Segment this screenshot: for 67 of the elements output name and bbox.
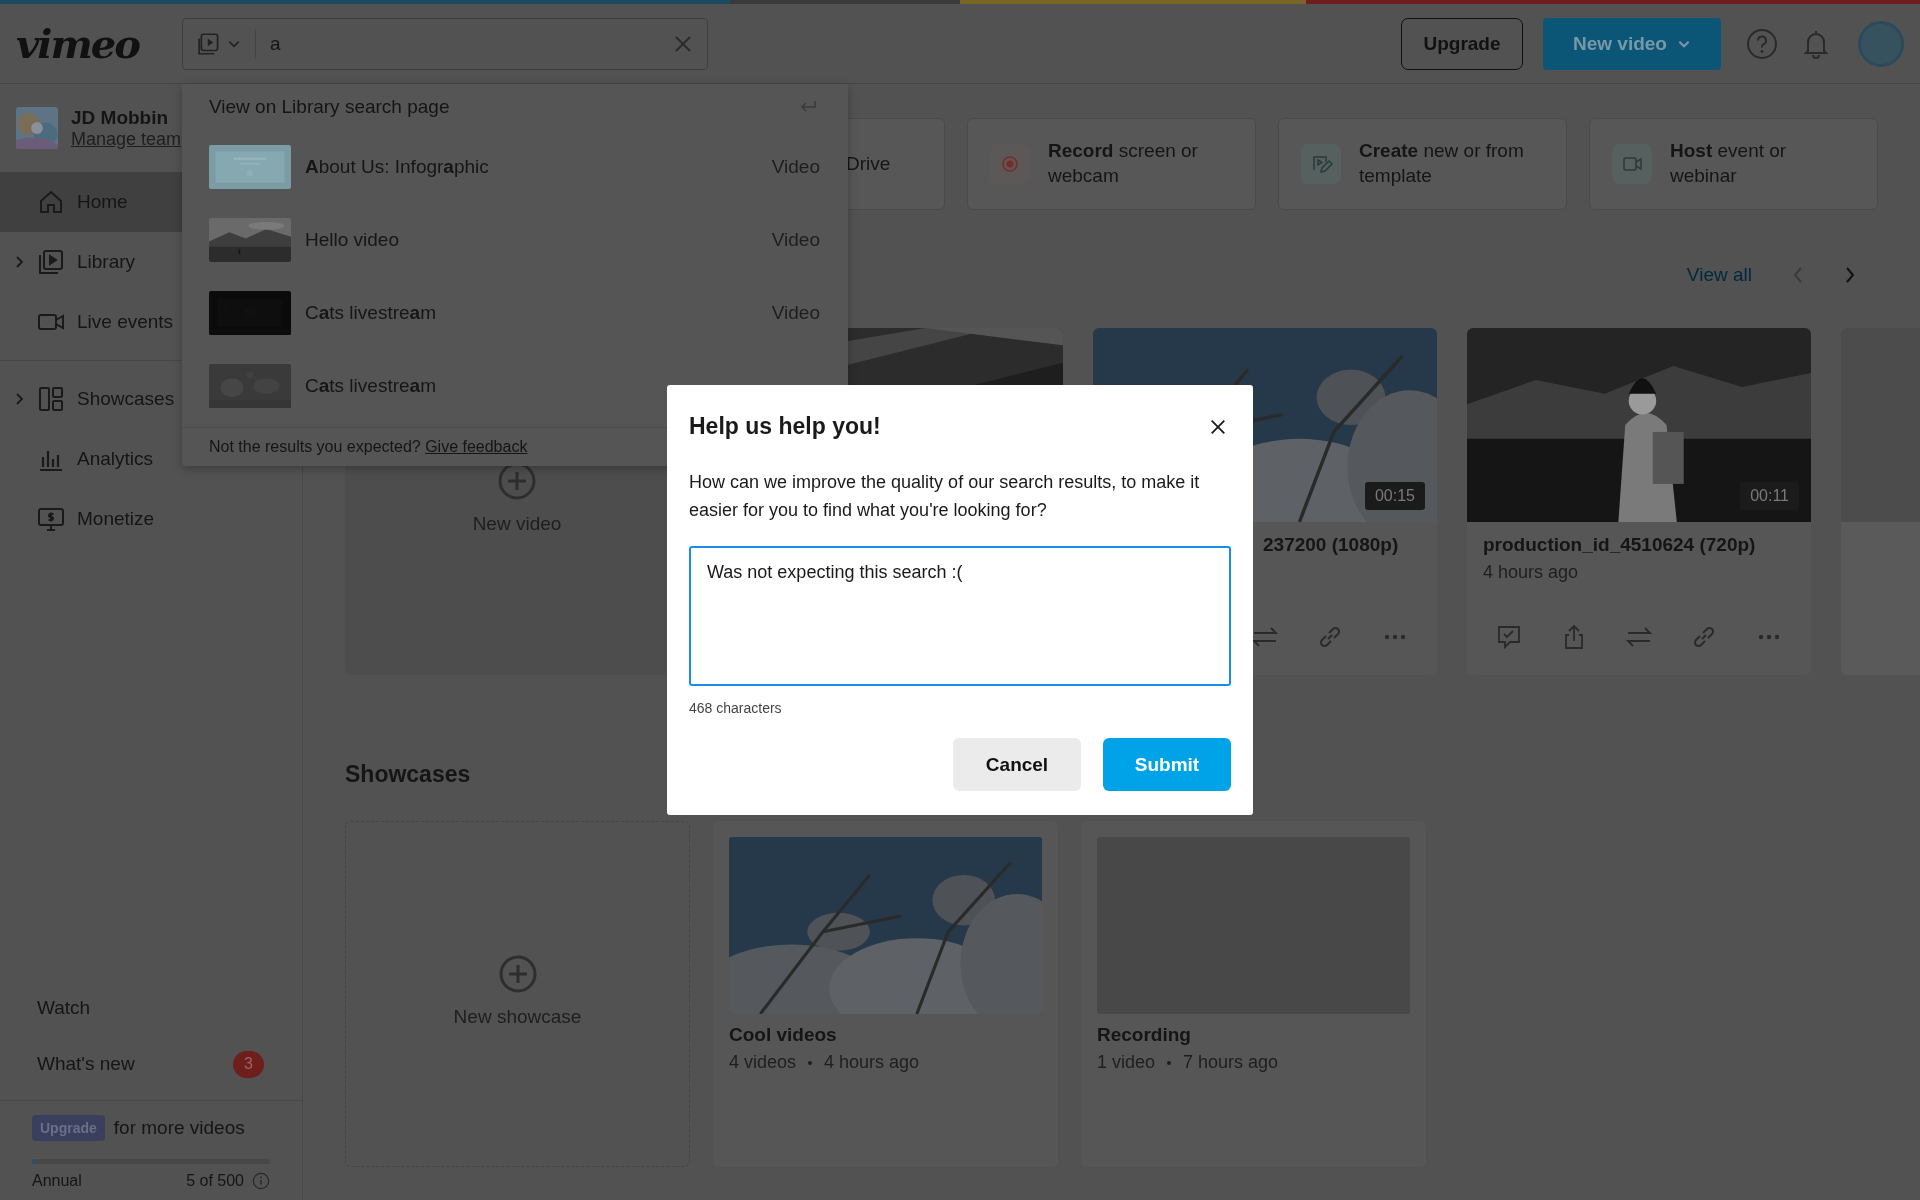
- video-count: 4 videos: [729, 1052, 797, 1073]
- feedback-textarea[interactable]: Was not expecting this search :(: [689, 546, 1231, 686]
- avatar[interactable]: [1858, 20, 1904, 67]
- result-title: About Us: Infographic: [305, 155, 489, 178]
- plan-text: for more videos: [113, 1117, 245, 1139]
- user-name: JD Mobbin: [71, 106, 170, 129]
- cancel-button[interactable]: Cancel: [953, 738, 1081, 791]
- quick-action-card[interactable]: Record screen or webcam: [967, 118, 1256, 210]
- video-title[interactable]: production_id_4510624 (720p): [1483, 534, 1795, 556]
- view-all-link[interactable]: View all: [1686, 264, 1752, 286]
- section-title: Showcases: [345, 760, 471, 789]
- search-bar[interactable]: a: [182, 17, 708, 70]
- quick-action-label: Drive: [846, 151, 891, 176]
- add-icon: [497, 954, 538, 994]
- chevron-right-icon[interactable]: [15, 392, 25, 406]
- result-type: Video: [771, 155, 820, 178]
- quick-action-label: Record screen or webcam: [1048, 139, 1199, 188]
- upgrade-button[interactable]: Upgrade: [1401, 17, 1523, 70]
- next-icon[interactable]: [1844, 265, 1856, 285]
- quick-action-label: Create new or from template: [1359, 139, 1525, 188]
- sidebar-link[interactable]: Watch: [37, 997, 264, 1019]
- edit-icon: [1301, 144, 1341, 184]
- showcase-title[interactable]: Cool videos: [729, 1024, 1042, 1046]
- result-title: Hello video: [305, 228, 399, 251]
- new-video-button[interactable]: New video: [1543, 17, 1721, 70]
- library-icon: [37, 248, 65, 276]
- quick-action-card[interactable]: Create new or from template: [1278, 118, 1567, 210]
- give-feedback-link[interactable]: Give feedback: [425, 438, 528, 455]
- video-count: 1 video: [1097, 1052, 1156, 1073]
- nav-item[interactable]: Showcases: [0, 369, 302, 429]
- showcase-card[interactable]: Cool videos 4 videos 4 hours ago: [713, 821, 1058, 1167]
- result-type: Video: [771, 301, 820, 324]
- camera-icon: [1612, 144, 1652, 184]
- result-type: Video: [771, 228, 820, 251]
- showcase-title[interactable]: Recording: [1097, 1024, 1410, 1046]
- character-count: 468 characters: [689, 700, 783, 716]
- showcases-icon: [37, 385, 65, 413]
- library-search-item[interactable]: View on Library search page: [182, 84, 848, 130]
- chevron-right-icon[interactable]: [15, 255, 25, 269]
- showcase-time: 4 hours ago: [824, 1052, 920, 1073]
- quick-action-card[interactable]: Host event or webinar: [1589, 118, 1878, 210]
- record-icon: [990, 144, 1030, 184]
- duration-badge: 00:15: [1364, 482, 1425, 510]
- video-time: 4 hours ago: [1483, 562, 1580, 583]
- submit-button[interactable]: Submit: [1103, 738, 1231, 791]
- duration-badge: 00:11: [1740, 482, 1799, 510]
- comment-check-icon[interactable]: [1495, 623, 1523, 651]
- monetize-icon: [37, 505, 65, 533]
- help-icon[interactable]: [1746, 27, 1778, 60]
- nav-item[interactable]: Monetize: [0, 489, 302, 549]
- clear-icon[interactable]: [673, 33, 693, 54]
- close-icon[interactable]: [1209, 417, 1227, 436]
- count-badge: 3: [233, 1050, 264, 1078]
- sidebar-link[interactable]: What's new: [37, 1053, 233, 1075]
- info-icon[interactable]: [252, 1172, 270, 1190]
- showcase-card[interactable]: Recording 1 video 7 hours ago: [1081, 821, 1426, 1167]
- logo[interactable]: vimeo: [16, 20, 166, 67]
- result-title: Cats livestream: [305, 301, 436, 324]
- dialog-title: Help us help you!: [689, 413, 881, 440]
- video-card[interactable]: 00:11 production_id_4510624 (720p) 4 hours ago: [1467, 328, 1811, 675]
- quick-action-label: Host event or webinar: [1670, 139, 1788, 188]
- video-title[interactable]: 237200 (1080p): [1263, 534, 1421, 556]
- search-input[interactable]: a: [270, 32, 669, 55]
- plan-period: Annual: [32, 1172, 82, 1190]
- showcase-time: 7 hours ago: [1183, 1052, 1279, 1073]
- usage-count: 5 of 500: [186, 1172, 244, 1190]
- home-icon: [37, 188, 65, 216]
